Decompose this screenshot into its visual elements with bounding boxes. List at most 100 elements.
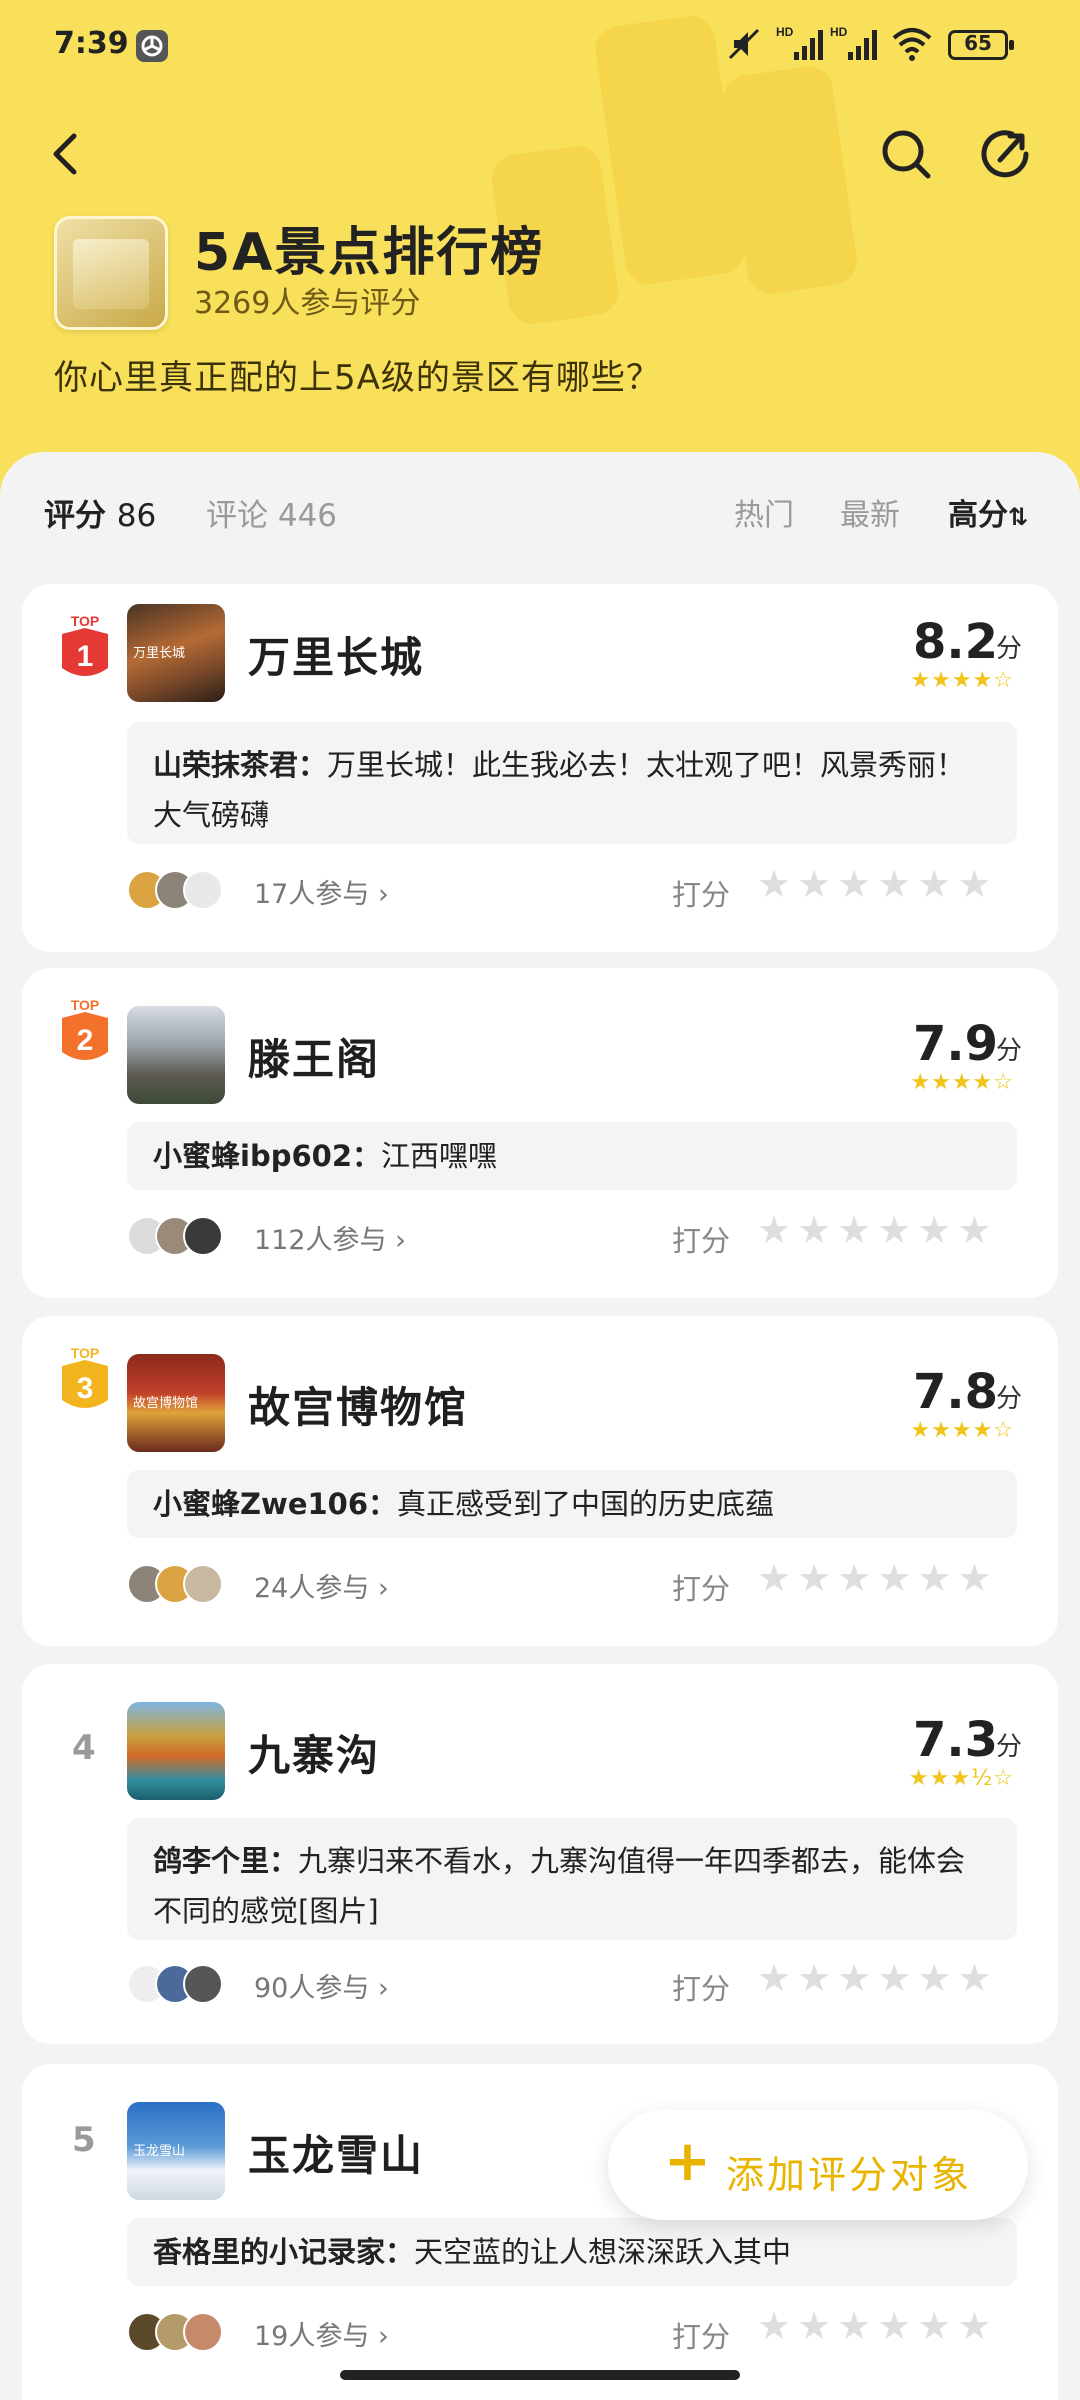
svg-text:TOP: TOP (71, 997, 100, 1013)
participant-avatars (127, 1216, 247, 1260)
item-score: 7.3 (912, 1712, 998, 1768)
mute-icon (728, 28, 760, 60)
item-name: 九寨沟 (248, 1731, 381, 1780)
sort-order-icon: ⇅ (1008, 503, 1029, 531)
tab-comments[interactable]: 评论 446 (206, 490, 337, 535)
rate-stars-input[interactable]: ★★★★★★ (757, 1208, 997, 1252)
avatar (183, 2312, 223, 2352)
item-score: 8.2 (912, 614, 998, 670)
participant-count: 3269人参与评分 (194, 286, 421, 321)
avatar (183, 1964, 223, 2004)
avatar (183, 1216, 223, 1256)
rate-label: 打分 (672, 2320, 731, 2354)
search-icon[interactable] (876, 124, 936, 184)
rate-label: 打分 (672, 1572, 731, 1606)
share-icon[interactable] (976, 124, 1036, 184)
item-score: 7.8 (912, 1364, 998, 1420)
status-bar: 7:39 HD HD 65 (0, 0, 1080, 90)
rating-stars: ★★★★☆ (910, 1418, 1014, 1443)
participant-avatars (127, 1564, 247, 1608)
svg-text:TOP: TOP (71, 613, 100, 629)
sort-latest[interactable]: 最新 (840, 490, 900, 534)
chevron-right-icon: › (377, 1573, 389, 1604)
svg-text:2: 2 (77, 1024, 94, 1057)
score-unit: 分 (995, 1036, 1022, 1066)
top-comment[interactable]: 山荣抹茶君：万里长城！此生我必去！太壮观了吧！风景秀丽！大气磅礴 (127, 722, 1017, 844)
list-item[interactable]: TOP 1 万里长城 万里长城 8.2 分 ★★★★☆ 山荣抹茶君：万里长城！此… (22, 584, 1058, 952)
plus-icon: + (664, 2129, 711, 2194)
app-notification-icon (136, 30, 168, 62)
top-comment[interactable]: 鸽李个里：九寨归来不看水，九寨沟值得一年四季都去，能体会不同的感觉[图片] (127, 1818, 1017, 1940)
participants-link[interactable]: 90人参与 › (254, 1966, 389, 2005)
tab-score[interactable]: 评分 86 (44, 490, 156, 535)
add-rating-target-label: 添加评分对象 (726, 2153, 973, 2197)
svg-text:HD: HD (776, 25, 794, 39)
top-comment[interactable]: 香格里的小记录家：天空蓝的让人想深深跃入其中 (127, 2218, 1017, 2286)
rate-label: 打分 (672, 1972, 731, 2006)
list-item[interactable]: TOP 3 故宫博物馆 故宫博物馆 7.8 分 ★★★★☆ 小蜜蜂Zwe106：… (22, 1316, 1058, 1646)
item-thumbnail[interactable] (127, 1006, 225, 1104)
wifi-icon (892, 28, 932, 61)
rate-label: 打分 (672, 878, 731, 912)
participants-link[interactable]: 24人参与 › (254, 1566, 389, 1605)
rating-stars: ★★★★☆ (910, 1070, 1014, 1095)
top-rank-badge: TOP 3 (62, 1345, 108, 1408)
rank-number: 5 (72, 2120, 96, 2160)
battery-icon: 65 (948, 30, 1014, 60)
item-thumbnail[interactable]: 故宫博物馆 (127, 1354, 225, 1452)
rating-stars: ★★★★☆ (910, 668, 1014, 693)
chevron-right-icon: › (377, 879, 389, 910)
list-item[interactable]: TOP 2 滕王阁 7.9 分 ★★★★☆ 小蜜蜂ibp602：江西嘿嘿 112… (22, 968, 1058, 1298)
rate-stars-input[interactable]: ★★★★★★ (757, 1956, 997, 2000)
battery-level: 65 (964, 31, 992, 55)
participants-link[interactable]: 17人参与 › (254, 872, 389, 911)
chevron-right-icon: › (377, 1973, 389, 2004)
svg-text:3: 3 (77, 1372, 94, 1405)
item-thumbnail[interactable]: 玉龙雪山 (127, 2102, 225, 2200)
signal-icon-2: HD (830, 25, 877, 60)
back-button[interactable] (36, 124, 96, 184)
participant-avatars (127, 1964, 247, 2008)
item-score: 7.9 (912, 1016, 998, 1072)
rate-stars-input[interactable]: ★★★★★★ (757, 2304, 997, 2348)
sort-high-score[interactable]: 高分⇅ (948, 490, 1028, 534)
top-rank-badge: TOP 2 (62, 997, 108, 1060)
sort-hot[interactable]: 热门 (734, 490, 794, 534)
tab-bar: 评分 86 评论 446 热门 最新 高分⇅ (0, 452, 1080, 572)
chevron-right-icon: › (377, 2321, 389, 2352)
svg-text:1: 1 (77, 640, 94, 673)
top-rank-badge: TOP 1 (62, 613, 108, 676)
chevron-right-icon: › (395, 1225, 406, 1256)
home-indicator[interactable] (340, 2370, 740, 2380)
score-unit: 分 (995, 1732, 1022, 1762)
svg-text:HD: HD (830, 25, 848, 39)
list-item[interactable]: 4 九寨沟 7.3 分 ★★★½☆ 鸽李个里：九寨归来不看水，九寨沟值得一年四季… (22, 1664, 1058, 2044)
participants-link[interactable]: 112人参与 › (254, 1218, 406, 1257)
item-name: 故宫博物馆 (248, 1383, 469, 1432)
item-name: 玉龙雪山 (248, 2131, 425, 2180)
participant-avatars (127, 870, 247, 914)
participants-link[interactable]: 19人参与 › (254, 2314, 389, 2353)
svg-text:TOP: TOP (71, 1345, 100, 1361)
score-unit: 分 (995, 634, 1022, 664)
item-name: 滕王阁 (248, 1035, 381, 1084)
add-rating-target-button[interactable]: + 添加评分对象 (608, 2110, 1028, 2220)
score-unit: 分 (995, 1384, 1022, 1414)
signal-icon: HD (776, 25, 823, 60)
ranking-question: 你心里真正配的上5A级的景区有哪些？ (54, 358, 661, 398)
page-title: 5A景点排行榜 (194, 223, 545, 283)
item-thumbnail[interactable] (127, 1702, 225, 1800)
status-time: 7:39 (54, 26, 129, 61)
top-comment[interactable]: 小蜜蜂Zwe106：真正感受到了中国的历史底蕴 (127, 1470, 1017, 1538)
item-thumbnail[interactable]: 万里长城 (127, 604, 225, 702)
rank-number: 4 (72, 1728, 96, 1768)
avatar (183, 870, 223, 910)
rate-stars-input[interactable]: ★★★★★★ (757, 862, 997, 906)
participant-avatars (127, 2312, 247, 2356)
avatar (183, 1564, 223, 1604)
item-name: 万里长城 (248, 633, 425, 682)
ranking-cover-image (54, 216, 168, 330)
rate-label: 打分 (672, 1224, 731, 1258)
top-comment[interactable]: 小蜜蜂ibp602：江西嘿嘿 (127, 1122, 1017, 1190)
rate-stars-input[interactable]: ★★★★★★ (757, 1556, 997, 1600)
